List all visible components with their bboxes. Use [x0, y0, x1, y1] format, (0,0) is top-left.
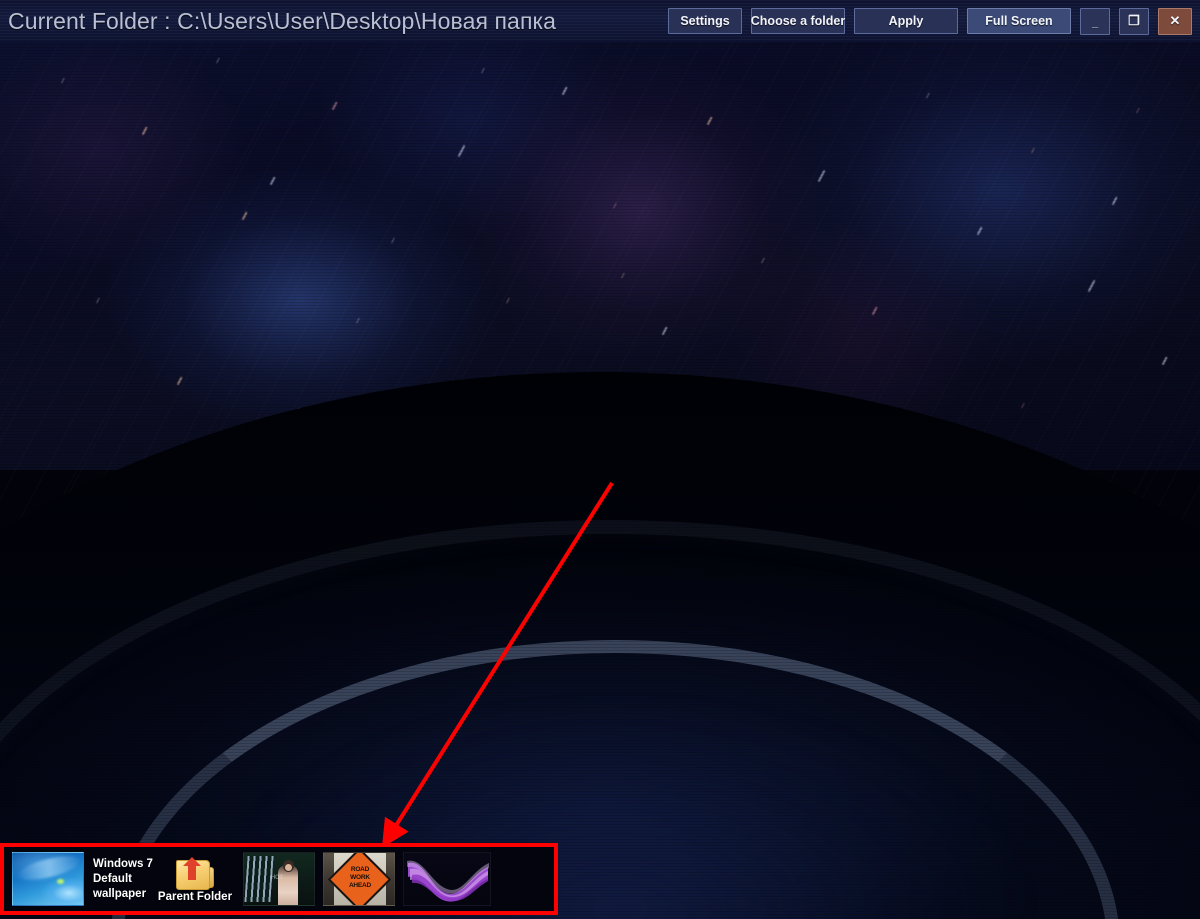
thumbnail-bar[interactable]: Windows 7 Default wallpaper Parent Folde… — [0, 843, 558, 915]
parent-folder-label: Parent Folder — [157, 890, 233, 903]
choose-folder-button[interactable]: Choose a folder — [751, 8, 845, 34]
thumbnail-item-purple-ribbon[interactable] — [395, 847, 491, 911]
close-button[interactable]: ✕ — [1158, 7, 1192, 35]
title-bar-buttons: Settings Choose a folder Apply Full Scre… — [668, 7, 1192, 35]
windows7-wallpaper-thumbnail[interactable] — [12, 852, 84, 906]
page-title: Current Folder : C:\Users\User\Desktop\Н… — [8, 7, 557, 34]
purple-ribbon-graphic — [407, 860, 489, 902]
sign-line-2: WORK — [350, 874, 370, 881]
photo-overlay-text: HOT — [271, 875, 283, 881]
thumbnail-item-windows7[interactable]: Windows 7 Default wallpaper — [4, 847, 155, 911]
full-screen-button[interactable]: Full Screen — [967, 8, 1071, 34]
settings-button[interactable]: Settings — [668, 8, 742, 34]
folder-up-icon[interactable] — [176, 856, 214, 890]
minimize-button[interactable]: _ — [1080, 7, 1110, 35]
screensaver-scene — [0, 0, 1200, 919]
thumbnail-item-dark-portrait[interactable]: HOT — [235, 847, 315, 911]
thumbnail-label: Windows 7 Default wallpaper — [93, 857, 153, 900]
figure-face — [285, 864, 292, 871]
apply-button[interactable]: Apply — [854, 8, 958, 34]
sign-line-3: AHEAD — [348, 882, 372, 889]
thumbnail-item-parent-folder[interactable]: Parent Folder — [155, 847, 235, 911]
title-bar: Current Folder : C:\Users\User\Desktop\Н… — [0, 0, 1200, 42]
screensaver-preview-window: Current Folder : C:\Users\User\Desktop\Н… — [0, 0, 1200, 919]
sign-text: ROAD WORK AHEAD — [338, 866, 382, 890]
light-bars — [244, 856, 274, 902]
restore-button[interactable]: ❐ — [1119, 7, 1149, 35]
dark-portrait-thumbnail[interactable]: HOT — [243, 852, 315, 906]
sign-line-1: ROAD — [350, 866, 370, 873]
arrow-up-icon — [183, 856, 201, 880]
road-sign-thumbnail[interactable]: ROAD WORK AHEAD — [323, 852, 395, 906]
purple-ribbon-thumbnail[interactable] — [403, 852, 491, 906]
thumbnail-item-road-sign[interactable]: ROAD WORK AHEAD — [315, 847, 395, 911]
